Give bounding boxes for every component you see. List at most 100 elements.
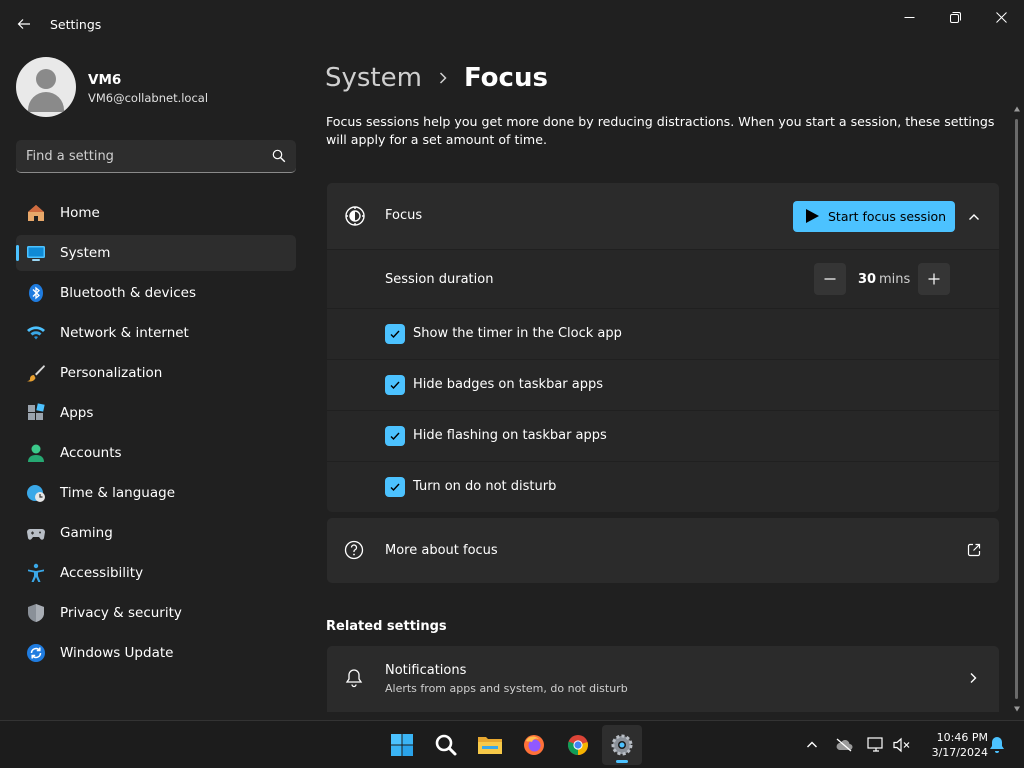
option-hide-badges[interactable]: Hide badges on taskbar apps: [327, 360, 999, 410]
page-title: Focus: [463, 63, 548, 93]
option-hide-flashing[interactable]: Hide flashing on taskbar apps: [327, 411, 999, 461]
globe-clock-icon: [27, 485, 45, 502]
taskbar-clock[interactable]: 10:46 PM 3/17/2024: [918, 730, 988, 760]
checkmark-icon: [390, 483, 400, 492]
taskbar-search-button[interactable]: [426, 725, 466, 765]
sidebar-item-label: Time & language: [60, 485, 176, 501]
sidebar-item-accessibility[interactable]: Accessibility: [16, 555, 296, 591]
sidebar-item-label: Windows Update: [60, 645, 174, 661]
option-show-timer[interactable]: Show the timer in the Clock app: [327, 309, 999, 359]
checkbox-checked[interactable]: [385, 375, 405, 395]
external-link-icon: [967, 543, 981, 557]
session-duration-label: Session duration: [385, 272, 494, 287]
bell-icon: [345, 669, 363, 688]
close-button[interactable]: [978, 4, 1024, 30]
search-input[interactable]: [26, 146, 266, 166]
sidebar-item-home[interactable]: Home: [16, 195, 296, 231]
increase-duration-button[interactable]: [918, 263, 950, 295]
app-title: Settings: [50, 17, 102, 32]
plus-icon: [928, 273, 940, 285]
sidebar-item-gaming[interactable]: Gaming: [16, 515, 296, 551]
show-hidden-icons-button[interactable]: [802, 735, 822, 755]
option-label: Turn on do not disturb: [413, 479, 557, 494]
back-button[interactable]: [12, 10, 36, 38]
wifi-icon: [27, 326, 45, 340]
option-label: Hide flashing on taskbar apps: [413, 428, 607, 443]
settings-app-button[interactable]: [602, 725, 642, 765]
play-icon: [806, 209, 819, 223]
start-icon: [391, 734, 413, 756]
sidebar-item-label: System: [60, 245, 111, 261]
search-box[interactable]: [16, 140, 296, 173]
help-icon: [344, 540, 364, 560]
checkmark-icon: [390, 432, 400, 441]
minimize-button[interactable]: [886, 4, 932, 30]
scroll-down-icon[interactable]: [1013, 705, 1021, 713]
update-icon: [27, 644, 45, 662]
notification-center-button[interactable]: [987, 735, 1007, 755]
chrome-button[interactable]: [558, 725, 598, 765]
focus-card-header: Focus Start focus session: [327, 183, 999, 249]
chevron-up-icon: [969, 214, 979, 220]
chevron-right-icon: [439, 72, 447, 84]
network-tray-button[interactable]: [866, 735, 886, 755]
restore-button[interactable]: [932, 4, 978, 30]
sidebar-item-system[interactable]: System: [16, 235, 296, 271]
option-label: Hide badges on taskbar apps: [413, 377, 604, 392]
ethernet-icon: [867, 737, 883, 752]
volume-tray-button[interactable]: [892, 735, 912, 755]
sidebar-item-label: Bluetooth & devices: [60, 285, 197, 301]
file-explorer-button[interactable]: [470, 725, 510, 765]
cloud-offline-icon: [836, 738, 853, 752]
onedrive-tray-button[interactable]: [834, 735, 854, 755]
collapse-button[interactable]: [963, 206, 985, 228]
sidebar-item-privacy-security[interactable]: Privacy & security: [16, 595, 296, 631]
start-focus-session-button[interactable]: Start focus session: [793, 201, 955, 232]
user-profile[interactable]: VM6 VM6@collabnet.local: [16, 57, 306, 117]
firefox-button[interactable]: [514, 725, 554, 765]
notifications-label: Notifications: [385, 663, 467, 678]
scrollbar[interactable]: [1013, 105, 1021, 717]
clock-time: 10:46 PM: [936, 731, 988, 744]
active-app-indicator: [616, 760, 628, 763]
more-about-focus-link[interactable]: More about focus: [327, 518, 999, 583]
scroll-up-icon[interactable]: [1013, 105, 1021, 113]
sidebar-item-network[interactable]: Network & internet: [16, 315, 296, 351]
sidebar-item-label: Personalization: [60, 365, 163, 381]
profile-email: VM6@collabnet.local: [88, 91, 209, 105]
start-button[interactable]: [382, 725, 422, 765]
decrease-duration-button[interactable]: [814, 263, 846, 295]
accounts-icon: [28, 444, 44, 462]
scroll-thumb[interactable]: [1015, 119, 1018, 699]
more-about-focus-label: More about focus: [385, 543, 498, 558]
sidebar-item-windows-update[interactable]: Windows Update: [16, 635, 296, 671]
option-do-not-disturb[interactable]: Turn on do not disturb: [327, 462, 999, 512]
sidebar-nav: Home System Bluetooth & devices Network …: [16, 195, 296, 675]
search-icon[interactable]: [272, 149, 286, 163]
breadcrumb-parent[interactable]: System: [325, 63, 422, 93]
system-icon: [27, 246, 45, 261]
sidebar-item-accounts[interactable]: Accounts: [16, 435, 296, 471]
sidebar-item-personalization[interactable]: Personalization: [16, 355, 296, 391]
notifications-link[interactable]: Notifications Alerts from apps and syste…: [327, 646, 999, 712]
sidebar-item-label: Privacy & security: [60, 605, 182, 621]
sidebar-item-label: Accessibility: [60, 565, 144, 581]
option-label: Show the timer in the Clock app: [413, 326, 622, 341]
sidebar-item-apps[interactable]: Apps: [16, 395, 296, 431]
duration-value: 30: [858, 272, 877, 287]
clock-date: 3/17/2024: [931, 746, 988, 759]
sidebar-item-time-language[interactable]: Time & language: [16, 475, 296, 511]
focus-label: Focus: [385, 208, 423, 223]
accessibility-icon: [28, 563, 44, 582]
chevron-up-icon: [807, 741, 817, 748]
settings-icon: [611, 734, 633, 756]
checkmark-icon: [390, 381, 400, 390]
checkbox-checked[interactable]: [385, 324, 405, 344]
shield-icon: [28, 604, 44, 622]
checkbox-checked[interactable]: [385, 426, 405, 446]
sidebar-item-label: Apps: [60, 405, 94, 421]
sidebar-item-label: Accounts: [60, 445, 122, 461]
checkbox-checked[interactable]: [385, 477, 405, 497]
bluetooth-icon: [29, 284, 43, 302]
sidebar-item-bluetooth[interactable]: Bluetooth & devices: [16, 275, 296, 311]
